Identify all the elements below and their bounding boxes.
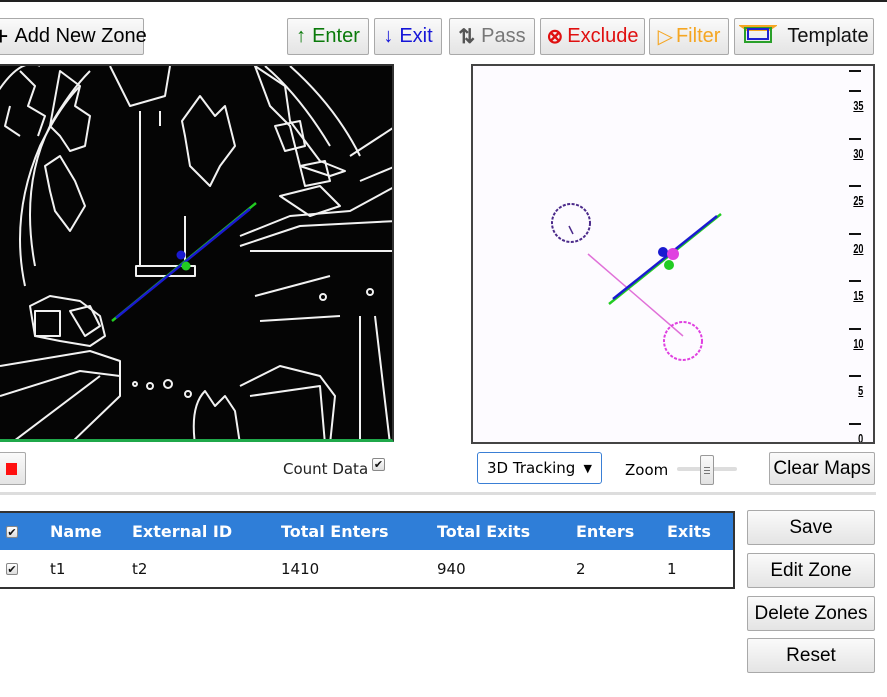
edge-image [0,66,392,439]
exit-button[interactable]: ↓ Exit [374,18,442,55]
table-header: ✔ Name External ID Total Enters Total Ex… [0,513,733,550]
add-new-zone-button[interactable]: + Add New Zone [0,18,147,55]
marker-green [664,260,674,270]
ruler-label: 20 [852,240,863,256]
stop-icon [5,462,17,475]
view-mode-value: 3D Tracking [487,459,576,477]
cell-exits: 1 [667,559,677,578]
camera-view[interactable] [0,64,394,442]
arrows-up-down-icon: ⇅ [458,26,476,48]
ruler-tick [849,327,861,330]
count-data-checkbox[interactable]: ✔ [372,458,385,471]
edit-zone-button[interactable]: Edit Zone [747,553,875,588]
cell-name: t1 [50,559,66,578]
col-name[interactable]: Name [50,513,102,550]
enter-button[interactable]: ↑ Enter [287,18,369,55]
height-ruler: 35 30 25 20 15 10 5 0 [837,66,867,442]
dropdown-arrow-icon: ▼ [583,461,592,475]
cell-total-enters: 1410 [281,559,320,578]
count-data-label: Count Data [283,460,369,478]
arrow-down-icon: ↓ [383,25,394,47]
count-line-blue [612,215,718,300]
view-mode-select[interactable]: 3D Tracking ▼ [477,452,602,484]
pass-button[interactable]: ⇅ Pass [449,18,535,55]
row-checkbox[interactable]: ✔ [6,562,18,575]
ruler-tick [849,185,861,187]
col-total-exits[interactable]: Total Exits [437,513,530,550]
ruler-tick [849,137,861,140]
ruler-label: 30 [852,145,863,161]
ruler-tick [849,375,861,377]
col-enters[interactable]: Enters [576,513,634,550]
ruler-tick [849,90,861,92]
top-border [0,0,887,2]
ruler-label: 0 [857,430,863,444]
cell-external-id: t2 [132,559,148,578]
ruler-tick [849,70,861,72]
exclude-label: Exclude [567,25,639,47]
col-exits[interactable]: Exits [667,513,711,550]
exclude-button[interactable]: ⊗ Exclude [540,18,645,55]
delete-zones-button[interactable]: Delete Zones [747,596,875,631]
tracking-plot [551,203,722,361]
ruler-label: 25 [852,193,863,208]
cell-total-exits: 940 [437,559,466,578]
ruler-label: 5 [857,383,863,398]
filter-button[interactable]: ▷ Filter [649,18,729,55]
tracking-map-3d[interactable]: 35 30 25 20 15 10 5 0 [471,64,875,444]
ruler-label: 15 [852,288,863,303]
zones-table: ✔ Name External ID Total Enters Total Ex… [0,511,735,589]
add-new-zone-label: Add New Zone [14,25,147,47]
marker-magenta [667,248,679,260]
section-divider [0,492,876,495]
ruler-label: 10 [852,335,863,351]
ruler-tick [849,280,861,282]
triangle-right-icon: ▷ [657,26,673,48]
enter-label: Enter [312,25,360,47]
template-button[interactable]: Template [734,18,874,55]
reset-button[interactable]: Reset [747,638,875,673]
ruler-tick [849,422,861,425]
template-label: Template [787,25,869,47]
ruler-label: 35 [852,98,863,113]
circle-x-icon: ⊗ [546,26,564,48]
track-point-blue [176,250,186,260]
cell-enters: 2 [576,559,586,578]
clear-maps-button[interactable]: Clear Maps [769,452,875,485]
ruler-tick [849,232,861,235]
zoom-slider-handle[interactable] [700,455,714,485]
template-icon [738,24,779,50]
zoom-label: Zoom [625,461,669,479]
select-all-checkbox[interactable]: ✔ [6,525,18,538]
table-row[interactable]: ✔ t1 t2 1410 940 2 1 [0,550,733,587]
col-total-enters[interactable]: Total Enters [281,513,389,550]
track-circle-purple [551,203,591,243]
pass-label: Pass [481,25,526,47]
track-heading-purple [568,225,574,235]
save-button[interactable]: Save [747,510,875,545]
plus-icon: + [0,21,9,51]
track-circle-magenta [663,321,703,361]
marker-blue [658,247,668,257]
exit-label: Exit [399,25,433,47]
filter-label: Filter [675,25,721,47]
track-point-green [181,261,191,271]
stop-button[interactable] [0,452,26,485]
arrow-up-icon: ↑ [296,25,307,47]
col-external-id[interactable]: External ID [132,513,232,550]
